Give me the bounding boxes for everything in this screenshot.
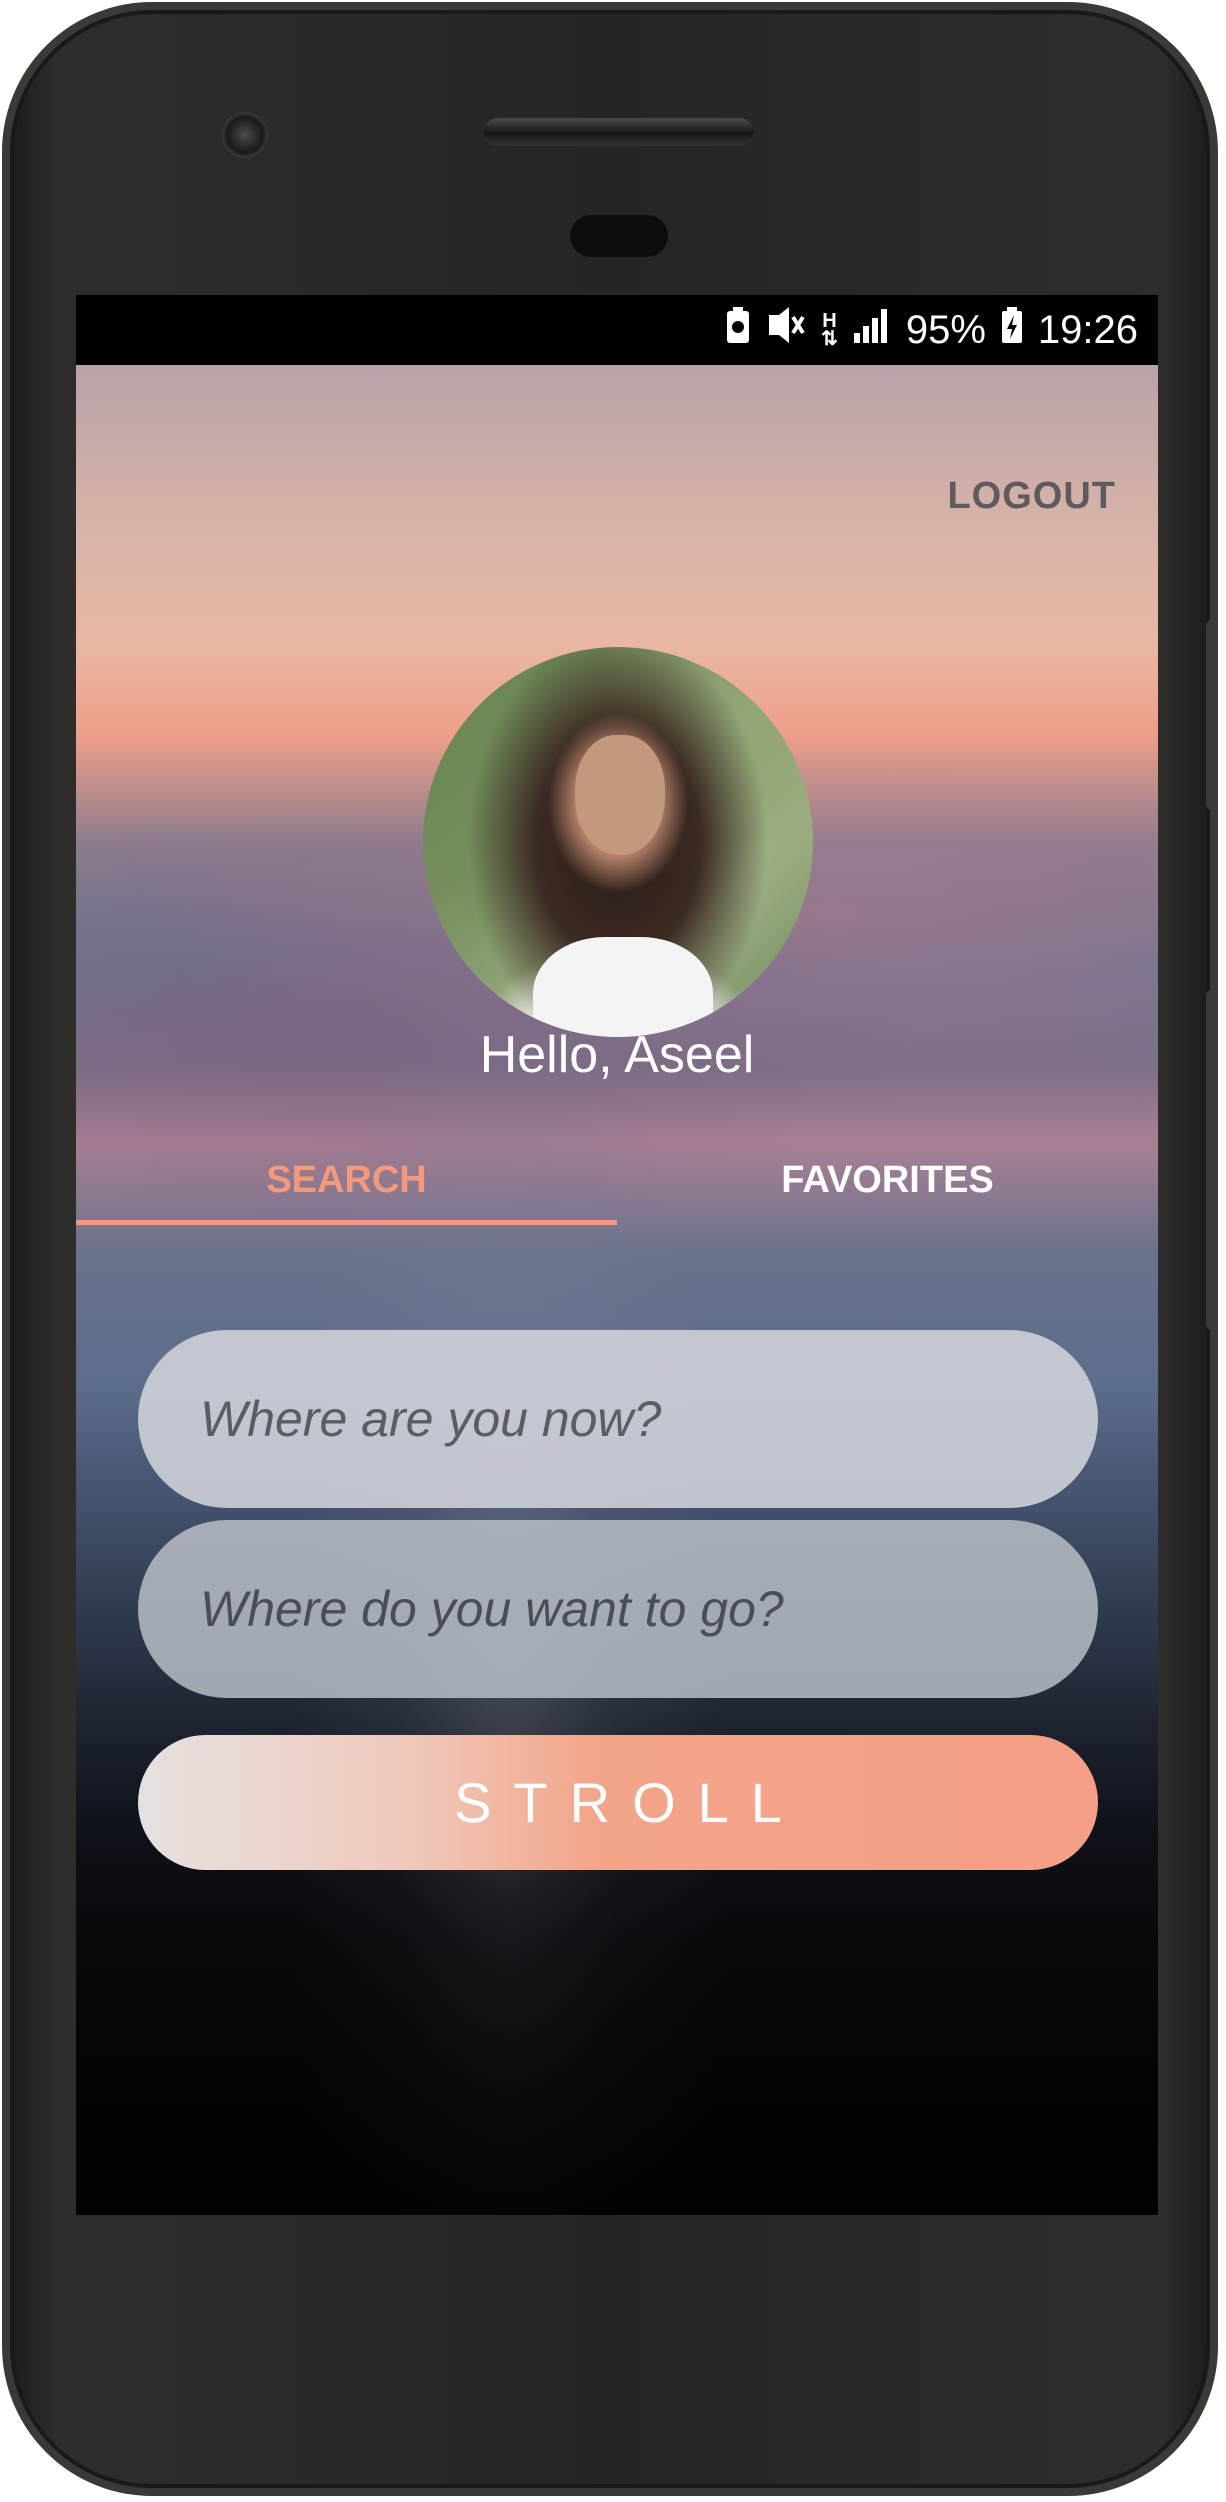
app-background: LOGOUT Hello, Aseel SEARCH FAVORITES Whe… — [76, 365, 1158, 2215]
camera-icon — [222, 112, 268, 158]
vibrate-off-icon — [765, 305, 807, 355]
phone-frame: H ⇅ 95% 19:26 LOGOUT Hello, Aseel SEARCH… — [2, 2, 1218, 2496]
avatar — [423, 647, 813, 1037]
tab-bar: SEARCH FAVORITES — [76, 1135, 1158, 1225]
screen: H ⇅ 95% 19:26 LOGOUT Hello, Aseel SEARCH… — [76, 295, 1158, 2215]
signal-icon — [852, 307, 892, 353]
battery-percent: 95% — [905, 307, 986, 352]
clock: 19:26 — [1037, 307, 1138, 352]
avatar-face — [575, 735, 665, 855]
battery-charging-icon — [1000, 305, 1024, 355]
stroll-button[interactable]: STROLL — [138, 1735, 1098, 1870]
proximity-sensor — [570, 215, 668, 257]
tab-search[interactable]: SEARCH — [76, 1135, 617, 1225]
speaker-icon — [484, 118, 754, 146]
avatar-shirt — [533, 937, 713, 1037]
destination-placeholder: Where do you want to go? — [200, 1581, 784, 1637]
tab-search-label: SEARCH — [266, 1158, 427, 1201]
power-button — [1206, 620, 1218, 810]
network-type-label: H — [822, 310, 837, 332]
current-location-placeholder: Where are you now? — [200, 1391, 662, 1447]
battery-saver-icon — [725, 305, 751, 355]
greeting: Hello, Aseel — [479, 1026, 755, 1084]
tab-favorites[interactable]: FAVORITES — [617, 1135, 1158, 1225]
volume-button — [1206, 990, 1218, 1330]
tab-favorites-label: FAVORITES — [781, 1158, 994, 1201]
logout-button[interactable]: LOGOUT — [947, 475, 1116, 518]
stroll-button-label: STROLL — [454, 1771, 804, 1834]
network-type-icon: H ⇅ — [821, 310, 838, 350]
destination-input[interactable]: Where do you want to go? — [138, 1520, 1098, 1698]
active-tab-indicator — [76, 1220, 617, 1225]
current-location-input[interactable]: Where are you now? — [138, 1330, 1098, 1508]
status-bar: H ⇅ 95% 19:26 — [76, 295, 1158, 365]
